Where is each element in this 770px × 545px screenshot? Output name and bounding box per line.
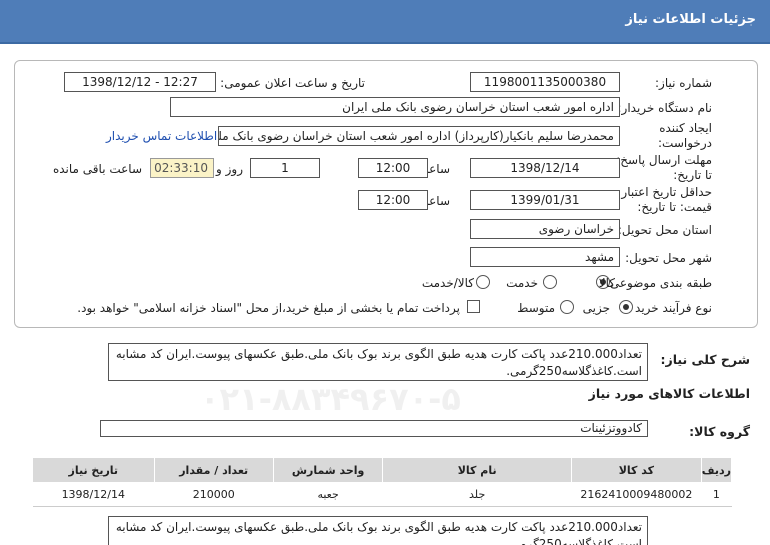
goods-group-field: کادووتزئینات — [100, 420, 648, 437]
col-header-unit: واحد شمارش — [272, 457, 384, 483]
city-label: شهر محل تحویل: — [625, 251, 712, 265]
buyer-contact-link[interactable]: اطلاعات تماس خریدار — [106, 129, 217, 143]
goods-table: ردیف کد کالا نام کالا واحد شمارش تعداد /… — [32, 457, 733, 507]
process-option-minor: جزیی — [582, 301, 610, 315]
process-radio-minor[interactable] — [619, 300, 633, 314]
buyer-field[interactable]: اداره امور شعب استان خراسان رضوی بانک مل… — [170, 97, 620, 117]
cell-quantity: 210000 — [154, 482, 274, 507]
col-header-date: تاریخ نیاز — [32, 457, 155, 483]
col-header-name: نام کالا — [382, 457, 572, 483]
goods-group-label: گروه کالا: — [689, 424, 750, 439]
remaining-label: ساعت باقی مانده — [52, 162, 142, 176]
deadline-time-field[interactable]: 12:00 — [358, 158, 428, 178]
summary-box: تعداد210.000عدد پاکت کارت هدیه طبق الگوی… — [108, 343, 648, 381]
cell-name: جلد — [382, 482, 572, 507]
validity-time-field[interactable]: 12:00 — [358, 190, 428, 210]
category-option-goods-service: کالا/خدمت — [421, 276, 474, 290]
title-bar: جزئیات اطلاعات نیاز — [0, 0, 770, 44]
cell-unit: جعبه — [273, 482, 383, 507]
category-label: طبقه بندی موضوعی: — [605, 276, 712, 290]
page-title: جزئیات اطلاعات نیاز — [625, 12, 756, 27]
table-row: 1 2162410009480002 جلد جعبه 210000 1398/… — [32, 482, 732, 507]
category-radio-goods-service[interactable] — [476, 275, 490, 289]
creator-field[interactable]: محمدرضا سلیم بانکیار(کارپرداز) اداره امو… — [218, 126, 620, 146]
countdown-timer: 02:33:10 — [150, 158, 214, 178]
category-radio-service[interactable] — [543, 275, 557, 289]
announce-field[interactable]: 1398/12/12 - 12:27 — [64, 72, 216, 92]
watermark: ۰۲۱-۸۸۳۴۹۶۷۰-۵ — [200, 380, 461, 418]
deadline-date-field[interactable]: 1398/12/14 — [470, 158, 620, 178]
city-field[interactable]: مشهد — [470, 247, 620, 267]
days-field: 1 — [250, 158, 320, 178]
announce-label: تاریخ و ساعت اعلان عمومی: — [220, 76, 365, 90]
table-header-row: ردیف کد کالا نام کالا واحد شمارش تعداد /… — [32, 457, 733, 483]
deadline-label: مهلت ارسال پاسخ: تا تاریخ: — [616, 153, 712, 182]
cell-row-num: 1 — [701, 482, 732, 507]
col-header-row-num: ردیف — [700, 457, 733, 483]
cell-code: 2162410009480002 — [571, 482, 702, 507]
process-radio-medium[interactable] — [560, 300, 574, 314]
process-label: نوع فرآیند خرید : — [627, 301, 712, 315]
goods-info-title: اطلاعات کالاهای مورد نیاز — [588, 386, 750, 401]
province-field[interactable]: خراسان رضوی — [470, 219, 620, 239]
validity-date-field[interactable]: 1399/01/31 — [470, 190, 620, 210]
category-option-goods: کالا — [598, 276, 615, 290]
need-number-field[interactable]: 1198001135000380 — [470, 72, 620, 92]
cell-date: 1398/12/14 — [32, 482, 155, 507]
creator-label: ایجاد کننده درخواست: — [658, 121, 712, 150]
col-header-quantity: تعداد / مقدار — [153, 457, 274, 483]
treasury-checkbox[interactable] — [467, 300, 480, 313]
need-number-label: شماره نیاز: — [655, 76, 712, 90]
bottom-description: تعداد210.000عدد پاکت کارت هدیه طبق الگوی… — [108, 516, 648, 545]
category-option-service: خدمت — [506, 276, 538, 290]
treasury-note: پرداخت تمام یا بخشی از مبلغ خرید،از محل … — [77, 301, 460, 315]
buyer-label: نام دستگاه خریدار: — [617, 101, 713, 115]
process-option-medium: متوسط — [517, 301, 555, 315]
col-header-code: کد کالا — [570, 457, 702, 483]
days-label: روز و — [216, 162, 243, 176]
province-label: استان محل تحویل: — [617, 223, 712, 237]
summary-label: شرح کلی نیاز: — [660, 352, 750, 367]
